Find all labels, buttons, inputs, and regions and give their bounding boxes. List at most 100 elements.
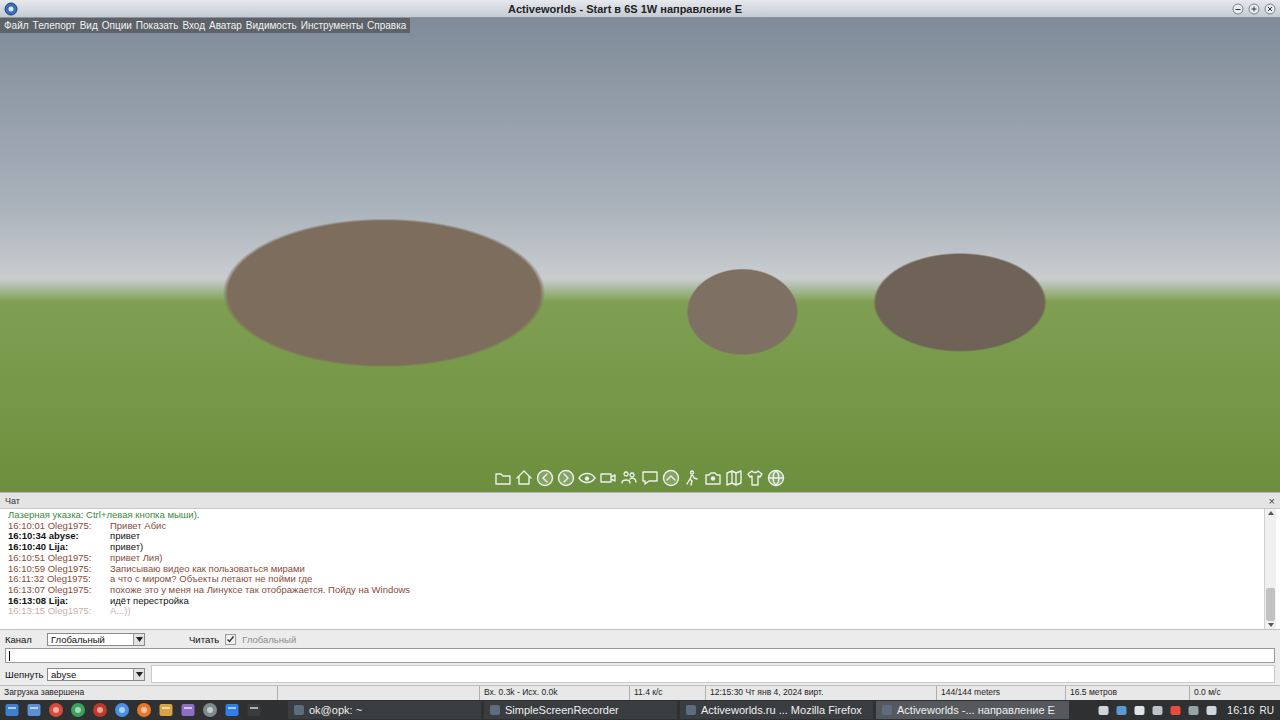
read-checkbox[interactable]	[225, 634, 236, 645]
chat-name: Oleg1975:	[48, 520, 92, 531]
up-icon[interactable]	[662, 469, 680, 487]
channel-select[interactable]: Глобальный	[47, 633, 145, 646]
scroll-track[interactable]	[1266, 517, 1275, 621]
editor-icon[interactable]	[180, 702, 196, 718]
scroll-up-icon[interactable]	[1266, 509, 1276, 517]
chat-sender: 16:10:59 Oleg1975:	[8, 564, 110, 575]
task-button[interactable]: SimpleScreenRecorder	[484, 701, 677, 719]
task-button[interactable]: Activeworlds.ru ... Mozilla Firefox	[680, 701, 873, 719]
menu-item[interactable]: Опции	[102, 20, 132, 31]
app-menu-icon[interactable]	[4, 702, 20, 718]
scroll-down-icon[interactable]	[1266, 621, 1276, 629]
chat-sender: 16:10:40 Lija:	[8, 542, 110, 553]
chat-text: привет Лия)	[110, 553, 1256, 564]
back-icon[interactable]	[536, 469, 554, 487]
media-icon[interactable]	[92, 702, 108, 718]
dropdown-button[interactable]	[133, 669, 144, 680]
chat-name: Lija:	[49, 595, 69, 606]
chat-message: 16:13:15 Oleg1975: А...))	[8, 606, 1256, 617]
menu-item[interactable]: Вход	[182, 20, 205, 31]
folder-icon[interactable]	[158, 702, 174, 718]
chat-title: Чат	[5, 496, 20, 506]
settings-icon[interactable]	[202, 702, 218, 718]
bluetooth-icon[interactable]	[1115, 704, 1128, 717]
chat-text: А...))	[110, 606, 1256, 617]
folder-icon[interactable]	[494, 469, 512, 487]
chat-message: 16:10:51 Oleg1975: привет Лия)	[8, 553, 1256, 564]
forward-icon[interactable]	[557, 469, 575, 487]
dropdown-button[interactable]	[133, 634, 144, 645]
chat-scrollbar[interactable]	[1264, 509, 1276, 629]
activeworlds-window: Activeworlds - Start в 6S 1W направление…	[0, 0, 1280, 720]
window-controls	[1232, 3, 1276, 15]
task-label: Activeworlds.ru ... Mozilla Firefox	[701, 704, 862, 716]
chat-text: а что с миром? Объекты летают не пойми г…	[110, 574, 1256, 585]
task-app-icon	[293, 704, 305, 716]
window-menu-icon[interactable]	[4, 2, 18, 16]
scroll-thumb[interactable]	[1266, 588, 1275, 621]
minimize-icon[interactable]	[1232, 3, 1244, 15]
keyboard-layout[interactable]: RU	[1260, 705, 1274, 716]
home-icon[interactable]	[515, 469, 533, 487]
clipboard-icon[interactable]	[1151, 704, 1164, 717]
task-app-icon	[881, 704, 893, 716]
whisper-value: abyse	[48, 669, 133, 680]
chat-log: Лазерная указка: Ctrl+левая кнопка мыши)…	[0, 509, 1280, 630]
3d-scene-view[interactable]: Файл Телепорт Вид Опции ПоказатьВход Аватар Ви…	[0, 18, 1280, 492]
clock[interactable]: 16:16	[1227, 704, 1255, 716]
status-segment: Загрузка завершена	[0, 686, 278, 700]
camera-icon[interactable]	[704, 469, 722, 487]
menu-item[interactable]: Файл	[4, 20, 29, 31]
map-icon[interactable]	[725, 469, 743, 487]
volume-icon[interactable]	[1133, 704, 1146, 717]
task-button[interactable]: ok@opk: ~	[288, 701, 481, 719]
chat-sender: 16:11:32 Oleg1975:	[8, 574, 110, 585]
firefox-icon[interactable]	[136, 702, 152, 718]
menu-item[interactable]: Вид	[80, 20, 98, 31]
chat-sender: 16:13:07 Oleg1975:	[8, 585, 110, 596]
network-icon[interactable]	[1097, 704, 1110, 717]
menu-item[interactable]: Показать	[136, 20, 179, 31]
maximize-icon[interactable]	[1248, 3, 1260, 15]
menu-item[interactable]: Видимость	[246, 20, 297, 31]
whisper-select[interactable]: abyse	[47, 668, 145, 681]
chat-message: 16:13:07 Oleg1975: похоже это у меня на …	[8, 585, 1256, 596]
menu-item[interactable]: Инструменты	[301, 20, 363, 31]
menu-item[interactable]: Справка	[367, 20, 406, 31]
walk-icon[interactable]	[683, 469, 701, 487]
chat-time: 16:10:34	[8, 530, 46, 541]
vscode-icon[interactable]	[224, 702, 240, 718]
chat-text: похоже это у меня на Линуксе так отображ…	[110, 585, 1256, 596]
video-camera-icon[interactable]	[599, 469, 617, 487]
chat-close-button[interactable]: ×	[1269, 495, 1275, 507]
chrome-icon[interactable]	[114, 702, 130, 718]
chat-icon[interactable]	[641, 469, 659, 487]
close-icon[interactable]	[1264, 3, 1276, 15]
update-icon[interactable]	[1169, 704, 1182, 717]
globe-icon[interactable]	[767, 469, 785, 487]
dropdown-arrow-icon	[136, 637, 143, 642]
eye-icon[interactable]	[578, 469, 596, 487]
apps-icon[interactable]	[48, 702, 64, 718]
chat-input[interactable]	[5, 648, 1275, 663]
launcher-area	[4, 702, 284, 718]
chat-time: 16:10:40	[8, 541, 46, 552]
display-icon[interactable]	[1187, 704, 1200, 717]
dropdown-arrow-icon	[136, 672, 143, 677]
shirt-icon[interactable]	[746, 469, 764, 487]
terminal-icon[interactable]	[246, 702, 262, 718]
battery-icon[interactable]	[1205, 704, 1218, 717]
files-icon[interactable]	[26, 702, 42, 718]
task-button[interactable]: Activeworlds -... направление E	[876, 701, 1069, 719]
chat-message: 16:10:01 Oleg1975: Привет Абис	[8, 521, 1256, 532]
browser-icon[interactable]	[70, 702, 86, 718]
task-label: Activeworlds -... направление E	[897, 704, 1055, 716]
chat-input-row	[0, 648, 1280, 663]
menu-item[interactable]: Аватар	[209, 20, 242, 31]
chat-message: 16:10:40 Lija: привет)	[8, 542, 1256, 553]
chat-time: 16:10:51	[8, 552, 45, 563]
whisper-row: Шепнуть abyse	[0, 663, 1280, 685]
people-icon[interactable]	[620, 469, 638, 487]
status-segment: 12:15:30 Чт янв 4, 2024 вирт.	[706, 686, 937, 700]
menu-item[interactable]: Телепорт	[33, 20, 76, 31]
